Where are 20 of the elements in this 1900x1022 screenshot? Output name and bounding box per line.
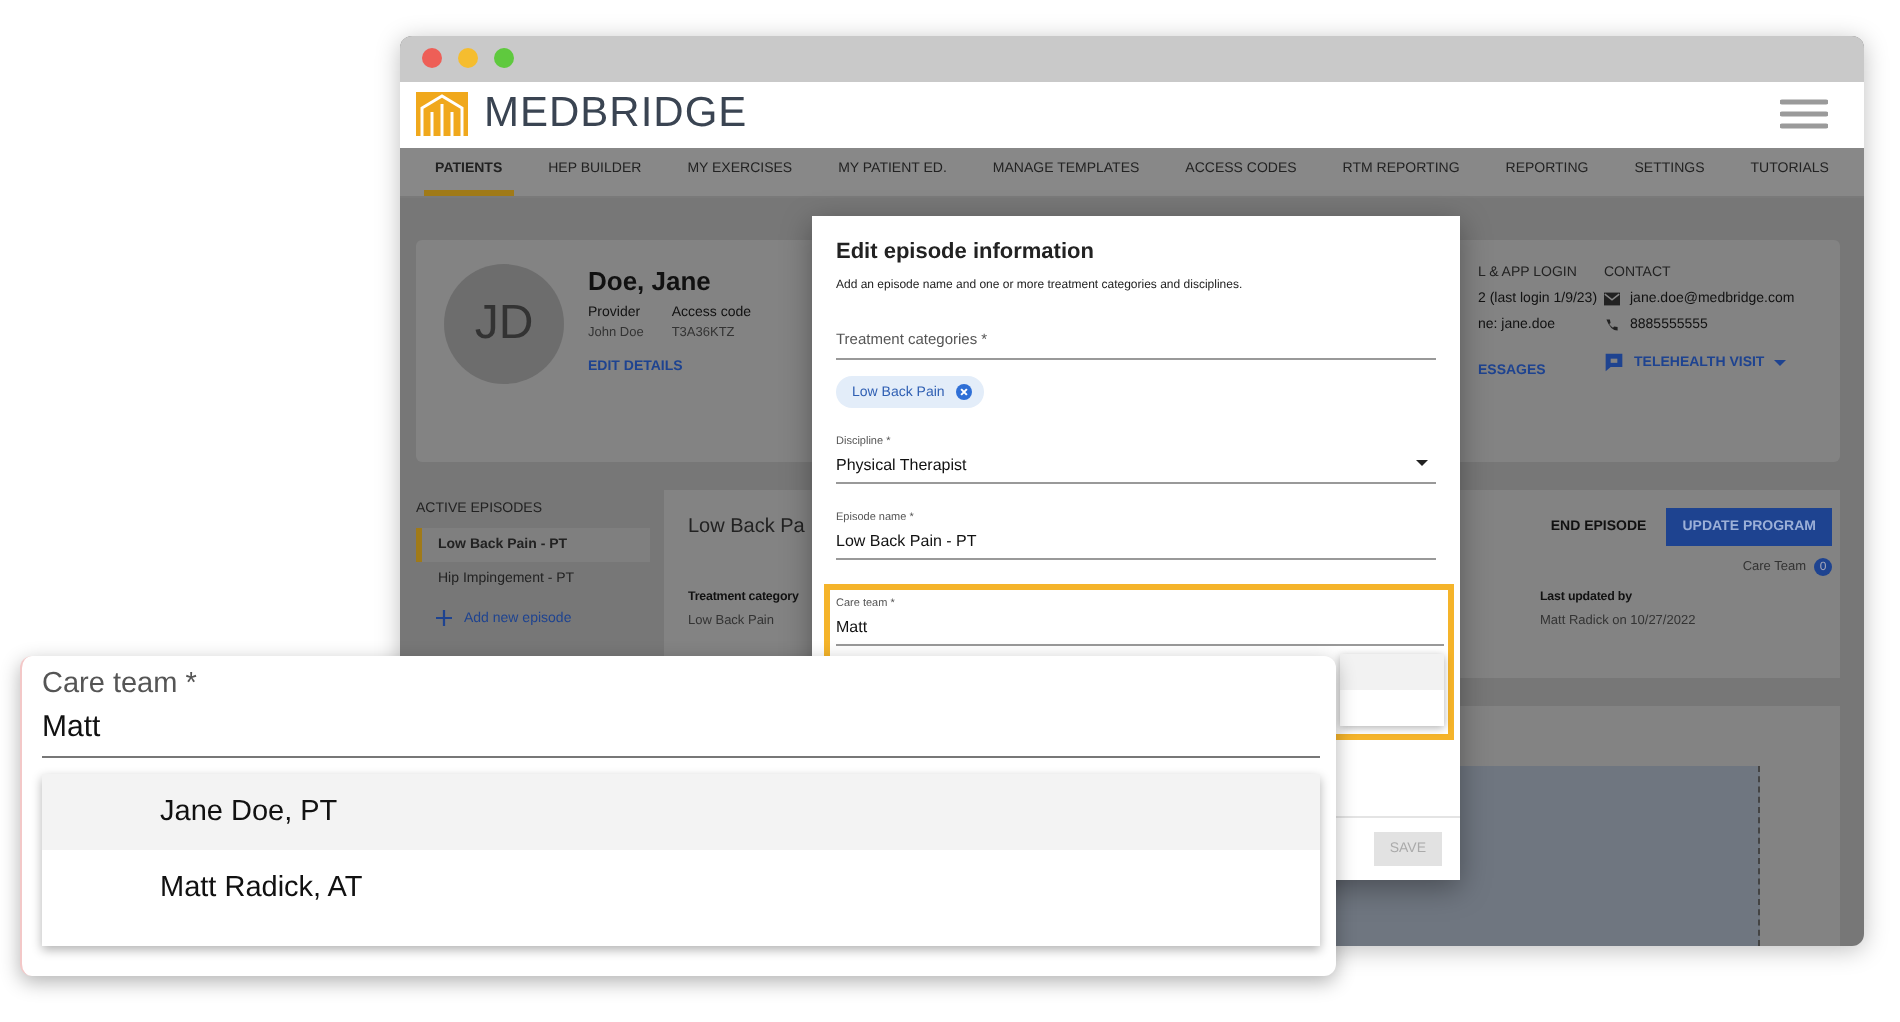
plus-icon — [436, 610, 452, 626]
dropdown-menu — [1340, 654, 1444, 726]
phone-icon — [1604, 318, 1620, 332]
remove-icon[interactable] — [956, 384, 973, 400]
maximize-icon[interactable] — [494, 48, 514, 69]
dropdown-option[interactable]: Matt Radick, AT — [42, 850, 1320, 926]
dropdown-option[interactable]: Jane Doe, PT — [42, 774, 1320, 850]
episode-title: Low Back Pa — [688, 516, 805, 538]
logo-icon — [416, 88, 468, 141]
chat-icon — [1604, 352, 1624, 372]
care-team-field[interactable]: Care team * Matt — [42, 668, 1320, 758]
caret-icon — [1774, 359, 1787, 365]
brand-name: MEDBRIDGE — [484, 90, 748, 139]
menu-icon[interactable] — [1780, 98, 1828, 131]
minimize-icon[interactable] — [458, 48, 478, 69]
avatar: JD — [444, 264, 564, 384]
mail-icon — [1604, 292, 1620, 306]
close-icon[interactable] — [422, 48, 442, 69]
patient-name: Doe, Jane — [588, 266, 713, 296]
dialog-title: Edit episode information — [836, 240, 1096, 264]
